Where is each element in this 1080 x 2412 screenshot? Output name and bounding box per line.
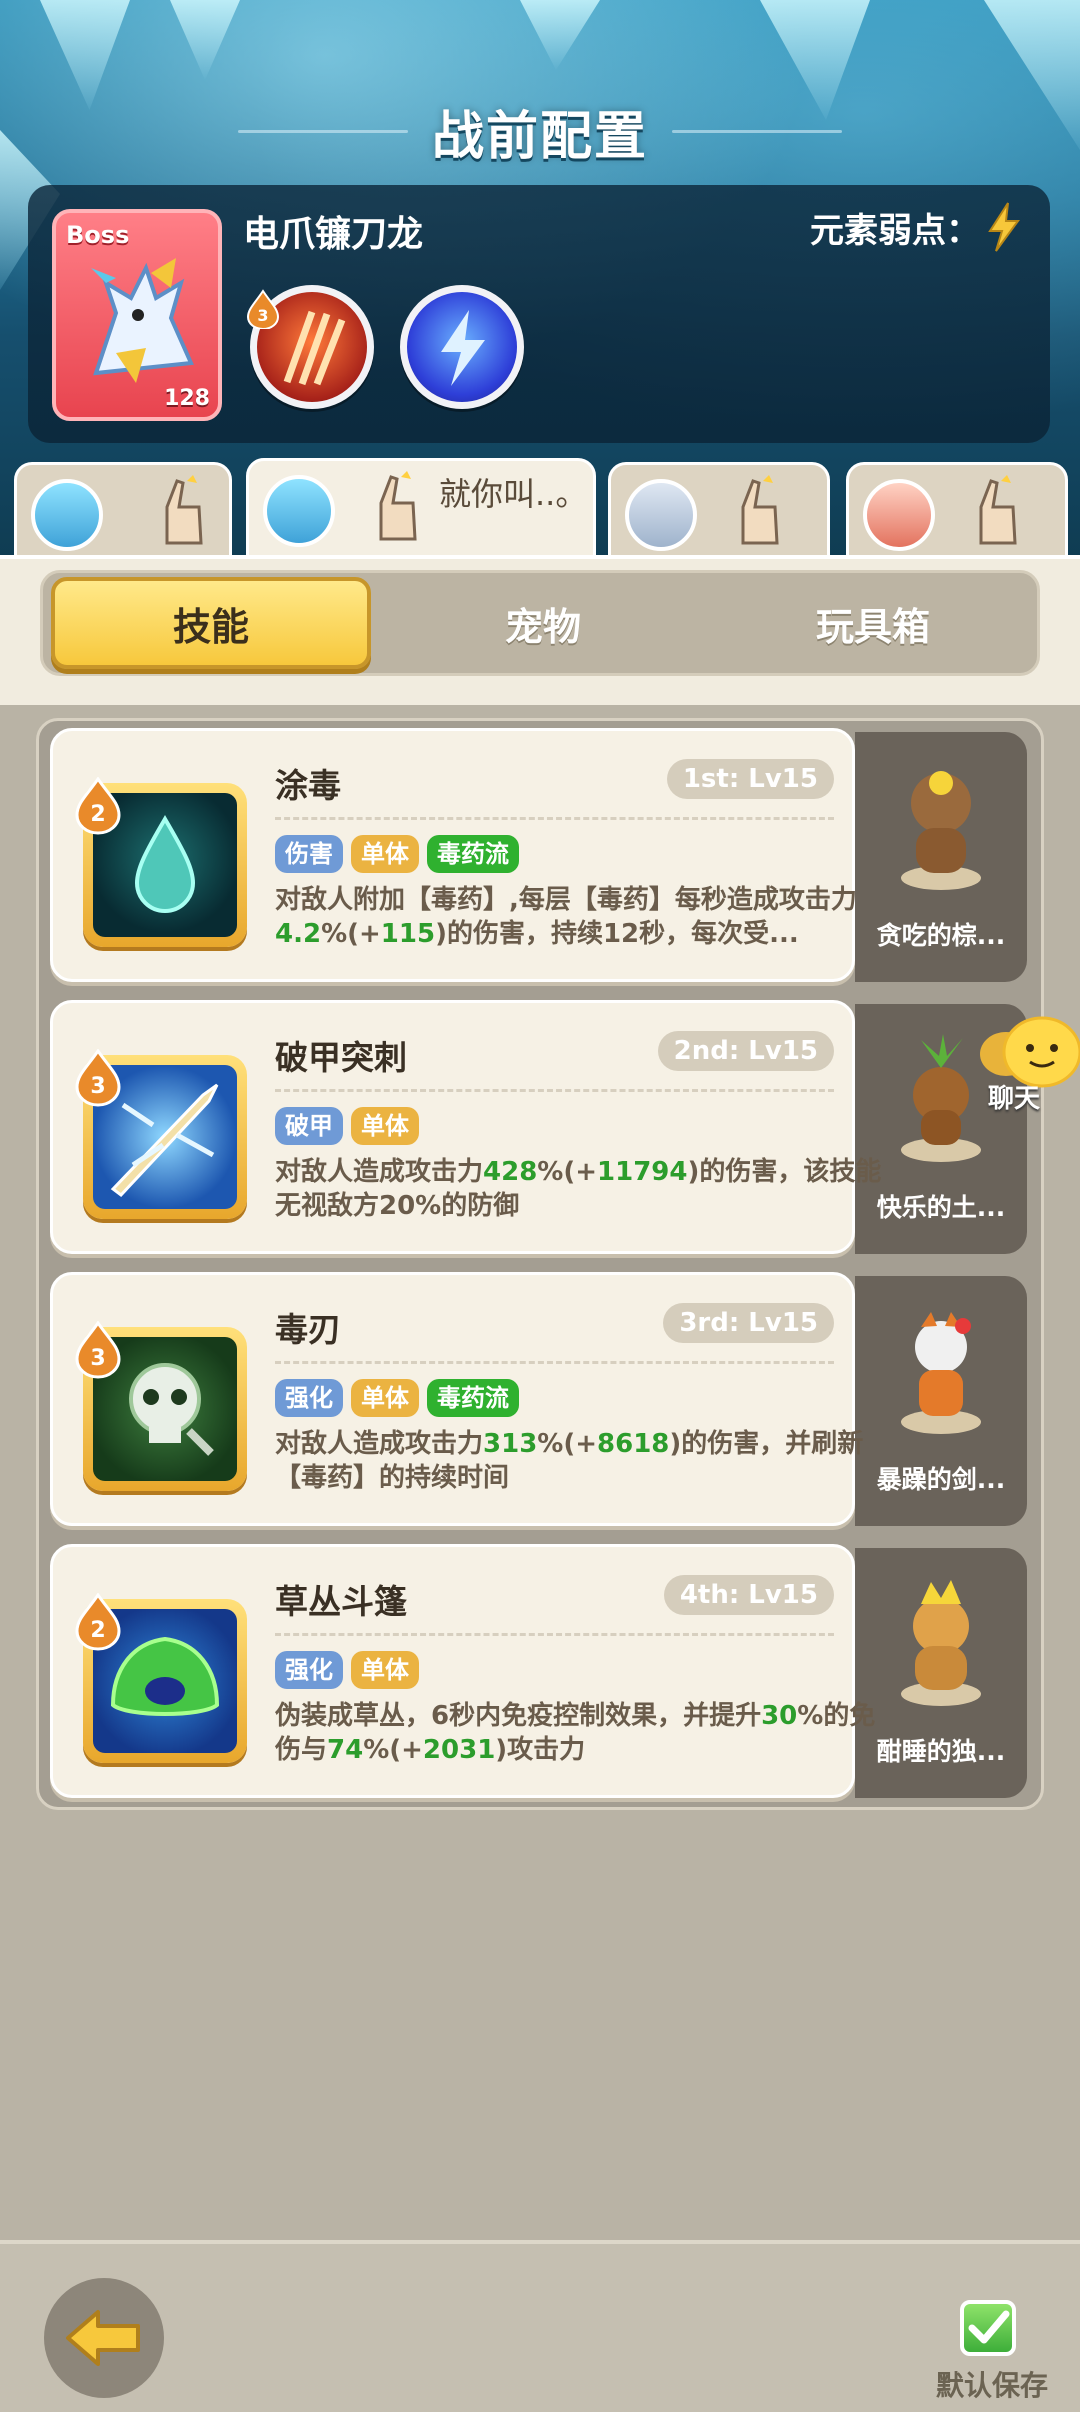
title-ornament-left bbox=[237, 129, 408, 133]
divider bbox=[275, 817, 834, 820]
svg-text:3: 3 bbox=[90, 1346, 105, 1371]
skill-tags: 破甲 单体 bbox=[275, 1107, 419, 1145]
hero-avatar bbox=[31, 479, 103, 551]
pointing-hand-icon bbox=[741, 475, 779, 545]
tag: 单体 bbox=[351, 1379, 419, 1417]
tag: 毒药流 bbox=[427, 1379, 519, 1417]
tag: 强化 bbox=[275, 1651, 343, 1689]
hero-avatar bbox=[863, 479, 935, 551]
tab-toybox[interactable]: 玩具箱 bbox=[713, 577, 1033, 669]
tag: 单体 bbox=[351, 1107, 419, 1145]
hero-tab-1[interactable] bbox=[14, 462, 232, 562]
skill-card-2[interactable]: 3 破甲突刺 2nd: Lv15 破甲 单体 对敌人造成攻击力428%(+117… bbox=[50, 1000, 881, 1254]
divider bbox=[275, 1633, 834, 1636]
screen: 战前配置 Boss 128 电爪镰刀龙 元素弱点： 3 就你叫..。 技能 宠物… bbox=[0, 0, 1080, 2412]
skill-level-badge: 3 bbox=[75, 1049, 121, 1107]
dragon-portrait-icon bbox=[91, 258, 194, 383]
skill-description: 对敌人附加【毒药】,每层【毒药】每秒造成攻击力4.2%(+115)的伤害，持续1… bbox=[275, 885, 857, 949]
checkmark-icon bbox=[968, 2310, 1010, 2344]
svg-text:2: 2 bbox=[90, 1618, 105, 1643]
tag: 单体 bbox=[351, 1651, 419, 1689]
skill-description: 对敌人造成攻击力313%(+8618)的伤害，并刷新【毒药】的持续时间 bbox=[275, 1429, 864, 1493]
svg-text:3: 3 bbox=[90, 1074, 105, 1099]
skill-level-badge: 3 bbox=[75, 1321, 121, 1379]
skill-level-badge: 2 bbox=[75, 1593, 121, 1651]
hero-avatar bbox=[625, 479, 697, 551]
skill-description: 对敌人造成攻击力428%(+11794)的伤害，该技能无视敌方20%的防御 bbox=[275, 1157, 882, 1221]
skill-rank: 3rd: Lv15 bbox=[663, 1303, 834, 1343]
back-arrow-icon bbox=[66, 2310, 140, 2366]
boss-panel: Boss 128 电爪镰刀龙 元素弱点： 3 bbox=[28, 185, 1050, 443]
divider bbox=[275, 1089, 834, 1092]
divider bbox=[275, 1361, 834, 1364]
skill-name: 草丛斗篷 bbox=[275, 1582, 407, 1621]
tag: 单体 bbox=[351, 835, 419, 873]
skill-card-3[interactable]: 3 毒刃 3rd: Lv15 强化 单体 毒药流 对敌人造成攻击力313%(+8… bbox=[50, 1272, 863, 1526]
default-save-checkbox[interactable] bbox=[960, 2300, 1016, 2356]
title-row: 战前配置 bbox=[0, 96, 1080, 167]
fox-swordsman-pet-icon bbox=[901, 1312, 981, 1434]
lightning-bolt-icon bbox=[441, 310, 485, 386]
sprout-mole-pet-icon bbox=[901, 1034, 981, 1162]
boss-level: 128 bbox=[164, 386, 210, 411]
skill-level-badge: 2 bbox=[75, 777, 121, 835]
bear-bee-pet-icon bbox=[901, 771, 981, 890]
skill-name: 涂毒 bbox=[275, 766, 341, 805]
chat-label: 聊天 bbox=[988, 1084, 1041, 1114]
skill-rank: 2nd: Lv15 bbox=[657, 1031, 834, 1071]
svg-text:3: 3 bbox=[257, 306, 268, 325]
pointing-hand-icon bbox=[379, 471, 417, 541]
tag: 毒药流 bbox=[427, 835, 519, 873]
pointing-hand-icon bbox=[979, 475, 1017, 545]
skill-tags: 强化 单体 bbox=[275, 1651, 419, 1689]
skill-tags: 强化 单体 毒药流 bbox=[275, 1379, 519, 1417]
tag: 破甲 bbox=[275, 1107, 343, 1145]
boss-name: 电爪镰刀龙 bbox=[243, 214, 424, 255]
sleeping-beast-pet-icon bbox=[901, 1580, 981, 1706]
skill-card-1[interactable]: 2 涂毒 1st: Lv15 伤害 单体 毒药流 对敌人附加【毒药】,每层【毒药… bbox=[50, 728, 857, 982]
weakness-label: 元素弱点： bbox=[810, 211, 980, 251]
lightning-icon bbox=[988, 202, 1020, 252]
skill-level-badge: 3 bbox=[246, 289, 280, 329]
tab-pets[interactable]: 宠物 bbox=[383, 577, 703, 669]
skill-rank: 1st: Lv15 bbox=[666, 759, 834, 799]
tag: 伤害 bbox=[275, 835, 343, 873]
skill-tags: 伤害 单体 毒药流 bbox=[275, 835, 519, 873]
back-button[interactable] bbox=[44, 2278, 164, 2398]
skill-card-4[interactable]: 2 草丛斗篷 4th: Lv15 强化 单体 伪装成草丛，6秒内免疫控制效果，并… bbox=[50, 1544, 875, 1798]
title-ornament-right bbox=[672, 129, 842, 133]
hero-tab-name: 就你叫..。 bbox=[439, 475, 588, 513]
tag: 强化 bbox=[275, 1379, 343, 1417]
skill-name: 毒刃 bbox=[275, 1310, 341, 1349]
hero-tab-2[interactable]: 就你叫..。 bbox=[246, 458, 596, 562]
svg-text:2: 2 bbox=[90, 802, 105, 827]
skill-rank: 4th: Lv15 bbox=[663, 1575, 834, 1615]
pointing-hand-icon bbox=[165, 475, 203, 545]
tab-skills[interactable]: 技能 bbox=[51, 577, 371, 669]
page-title: 战前配置 bbox=[431, 106, 648, 167]
skill-name: 破甲突刺 bbox=[275, 1038, 407, 1077]
hero-tab-4[interactable] bbox=[846, 462, 1068, 562]
default-save-label: 默认保存 bbox=[936, 2369, 1049, 2402]
boss-skill-lightning[interactable] bbox=[400, 285, 524, 409]
category-tabs: 技能 宠物 玩具箱 bbox=[40, 570, 1040, 676]
hero-tab-3[interactable] bbox=[608, 462, 830, 562]
boss-tag: Boss bbox=[66, 221, 130, 249]
hero-avatar bbox=[263, 475, 335, 547]
boss-card[interactable]: Boss 128 bbox=[52, 209, 222, 421]
skill-description: 伪装成草丛，6秒内免疫控制效果，并提升30%的免伤与74%(+2031)攻击力 bbox=[275, 1701, 876, 1765]
